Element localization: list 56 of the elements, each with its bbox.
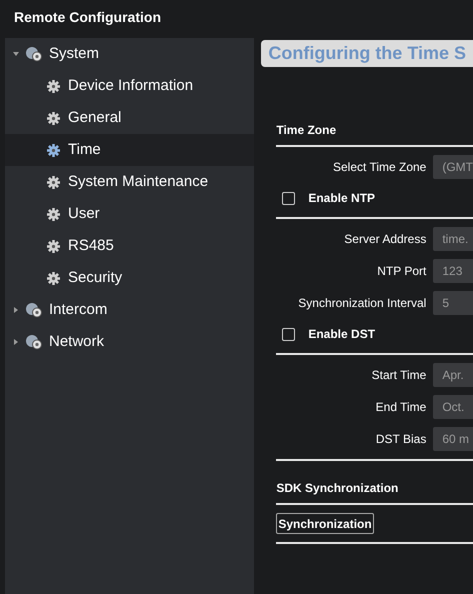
section-heading: Time Zone: [276, 122, 338, 139]
tree-label: RS485: [68, 236, 114, 256]
gear-icon: [47, 144, 60, 156]
tree-item[interactable]: Time: [5, 134, 254, 166]
tree-label: System Maintenance: [68, 172, 208, 192]
field-label: Start Time: [370, 367, 426, 384]
gear-icon: [47, 112, 60, 124]
synchronization-button[interactable]: Synchronization: [276, 513, 374, 534]
tree-label: Device Information: [68, 76, 194, 96]
field-label: DST Bias: [374, 431, 426, 448]
input-field[interactable]: Apr.: [433, 363, 473, 387]
field-label: Select Time Zone: [332, 159, 426, 176]
input-field[interactable]: Oct.: [433, 395, 473, 419]
caret-down-icon[interactable]: [13, 51, 19, 57]
tree-label: Security: [68, 268, 122, 288]
tree-item[interactable]: System Maintenance: [5, 166, 254, 198]
tree-item[interactable]: Security: [5, 262, 254, 294]
window-title: Remote Configuration: [13, 8, 162, 27]
checkbox[interactable]: [282, 192, 296, 204]
caret-right-icon[interactable]: [13, 339, 19, 345]
gear-icon: [47, 176, 60, 188]
tree-label: Network: [49, 332, 104, 352]
tree-item[interactable]: RS485: [5, 230, 254, 262]
gear-icon: [47, 240, 60, 252]
checkbox-label: Enable DST: [308, 326, 376, 343]
section-heading: SDK Synchronization: [276, 480, 400, 497]
gear-icon: [47, 208, 60, 220]
gear-icon: [47, 272, 60, 284]
checkbox-label: Enable NTP: [308, 190, 376, 207]
checkbox[interactable]: [282, 328, 296, 340]
tree-item[interactable]: Intercom: [5, 294, 254, 326]
tree-label: System: [49, 44, 100, 64]
field-label: NTP Port: [376, 263, 426, 280]
tree-item[interactable]: User: [5, 198, 254, 230]
tree-label: Time: [68, 140, 101, 160]
globe-gear-icon: [25, 334, 43, 350]
field-label: End Time: [374, 399, 426, 416]
tree-item[interactable]: Network: [5, 326, 254, 358]
tree-item[interactable]: General: [5, 102, 254, 134]
tree-label: General: [68, 108, 122, 128]
input-field[interactable]: (GMT: [433, 155, 473, 179]
tree-item[interactable]: System: [5, 38, 254, 70]
input-field[interactable]: 123: [433, 259, 473, 283]
globe-gear-icon: [25, 302, 43, 318]
gear-icon: [47, 80, 60, 92]
caret-right-icon[interactable]: [13, 307, 19, 313]
input-field[interactable]: 5: [433, 291, 473, 315]
field-label: Synchronization Interval: [297, 295, 426, 312]
input-field[interactable]: time.: [433, 227, 473, 251]
tree-label: Intercom: [49, 300, 108, 320]
tree-item[interactable]: Device Information: [5, 70, 254, 102]
tree-label: User: [68, 204, 100, 224]
field-label: Server Address: [343, 231, 426, 248]
globe-gear-icon: [25, 46, 43, 62]
page-title: Configuring the Time S: [261, 40, 473, 67]
input-field[interactable]: 60 m: [433, 427, 473, 451]
